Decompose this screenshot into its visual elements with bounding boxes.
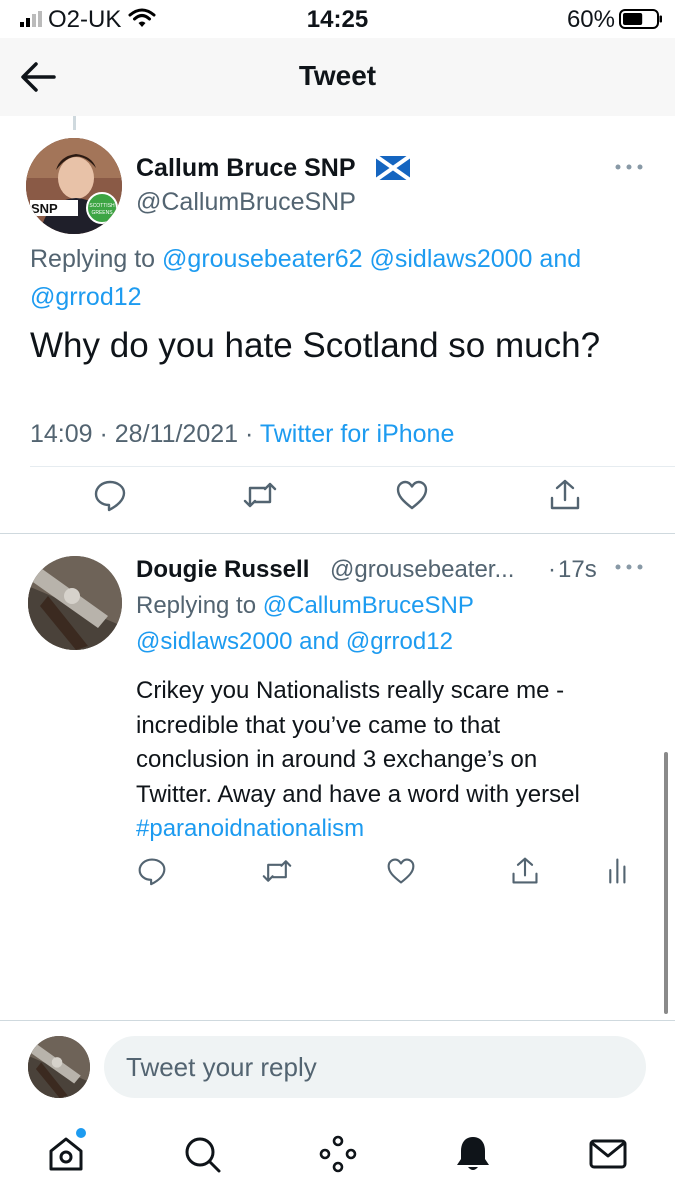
display-name[interactable]: Dougie Russell <box>136 556 309 584</box>
tweet-actions <box>0 856 675 890</box>
divider <box>0 1020 675 1021</box>
battery-percent: 60% <box>566 6 615 33</box>
unread-indicator <box>76 1128 86 1138</box>
divider <box>30 466 675 467</box>
like-icon[interactable] <box>386 856 416 886</box>
tweet-time: · 17s <box>548 556 597 583</box>
like-icon[interactable] <box>395 478 429 512</box>
more-options-icon[interactable] <box>614 162 644 172</box>
user-handle[interactable]: @CallumBruceSNP <box>136 188 356 217</box>
avatar <box>28 1036 90 1098</box>
thread-connector <box>73 116 76 130</box>
battery-icon <box>619 9 662 29</box>
status-bar: O2-UK 14:25 60% <box>0 0 675 38</box>
share-icon[interactable] <box>548 478 582 512</box>
messages-icon[interactable] <box>588 1134 628 1174</box>
mention-link[interactable]: @sidlaws2000 <box>136 628 292 655</box>
avatar-photo: SNP SCOTTISH GREENS <box>26 138 122 234</box>
tweet-text: Crikey you Nationalists really scare me … <box>136 674 656 847</box>
mention-link[interactable]: @CallumBruceSNP <box>263 592 474 619</box>
svg-text:SCOTTISH: SCOTTISH <box>89 203 115 209</box>
reply-icon[interactable] <box>137 856 167 886</box>
display-name[interactable]: Callum Bruce SNP <box>136 154 356 183</box>
snp-badge: SNP <box>31 201 58 216</box>
replying-to: Replying to @grousebeater62 @sidlaws2000… <box>30 245 582 311</box>
tweet-text: Why do you hate Scotland so much? <box>30 326 601 365</box>
user-handle[interactable]: @grousebeater... <box>330 556 514 584</box>
avatar-photo <box>28 556 122 650</box>
reply-input[interactable] <box>104 1036 646 1098</box>
avatar[interactable]: SNP SCOTTISH GREENS <box>26 138 122 234</box>
share-icon[interactable] <box>510 856 540 886</box>
avatar-photo <box>28 1036 90 1098</box>
analytics-icon[interactable] <box>605 856 635 886</box>
mention-link[interactable]: @grrod12 <box>30 283 142 311</box>
tweet-actions <box>0 478 675 518</box>
mention-link[interactable]: @grousebeater62 <box>162 245 363 273</box>
search-icon[interactable] <box>182 1134 222 1174</box>
scrollbar[interactable] <box>664 752 668 1014</box>
mention-link[interactable]: @grrod12 <box>346 628 453 655</box>
replying-to: Replying to @CallumBruceSNP @sidlaws2000… <box>136 592 474 655</box>
reply-icon[interactable] <box>93 478 127 512</box>
page-title: Tweet <box>298 60 377 91</box>
scotland-flag-icon <box>376 156 410 180</box>
notifications-icon[interactable] <box>453 1134 493 1174</box>
tab-bar <box>0 1118 675 1200</box>
home-icon[interactable] <box>46 1134 86 1174</box>
tweet-timestamp: 14:09 · 28/11/2021 · Twitter for iPhone <box>30 420 455 448</box>
spaces-icon[interactable] <box>318 1134 358 1174</box>
retweet-icon[interactable] <box>243 478 277 512</box>
tweet-source[interactable]: Twitter for iPhone <box>260 420 455 448</box>
more-options-icon[interactable] <box>614 562 644 572</box>
avatar[interactable] <box>28 556 122 650</box>
retweet-icon[interactable] <box>262 856 292 886</box>
divider <box>0 533 675 534</box>
svg-text:GREENS: GREENS <box>91 210 113 216</box>
hashtag-link[interactable]: #paranoidnationalism <box>136 812 656 847</box>
nav-header: Tweet <box>0 38 675 116</box>
mention-link[interactable]: @sidlaws2000 <box>370 245 533 273</box>
